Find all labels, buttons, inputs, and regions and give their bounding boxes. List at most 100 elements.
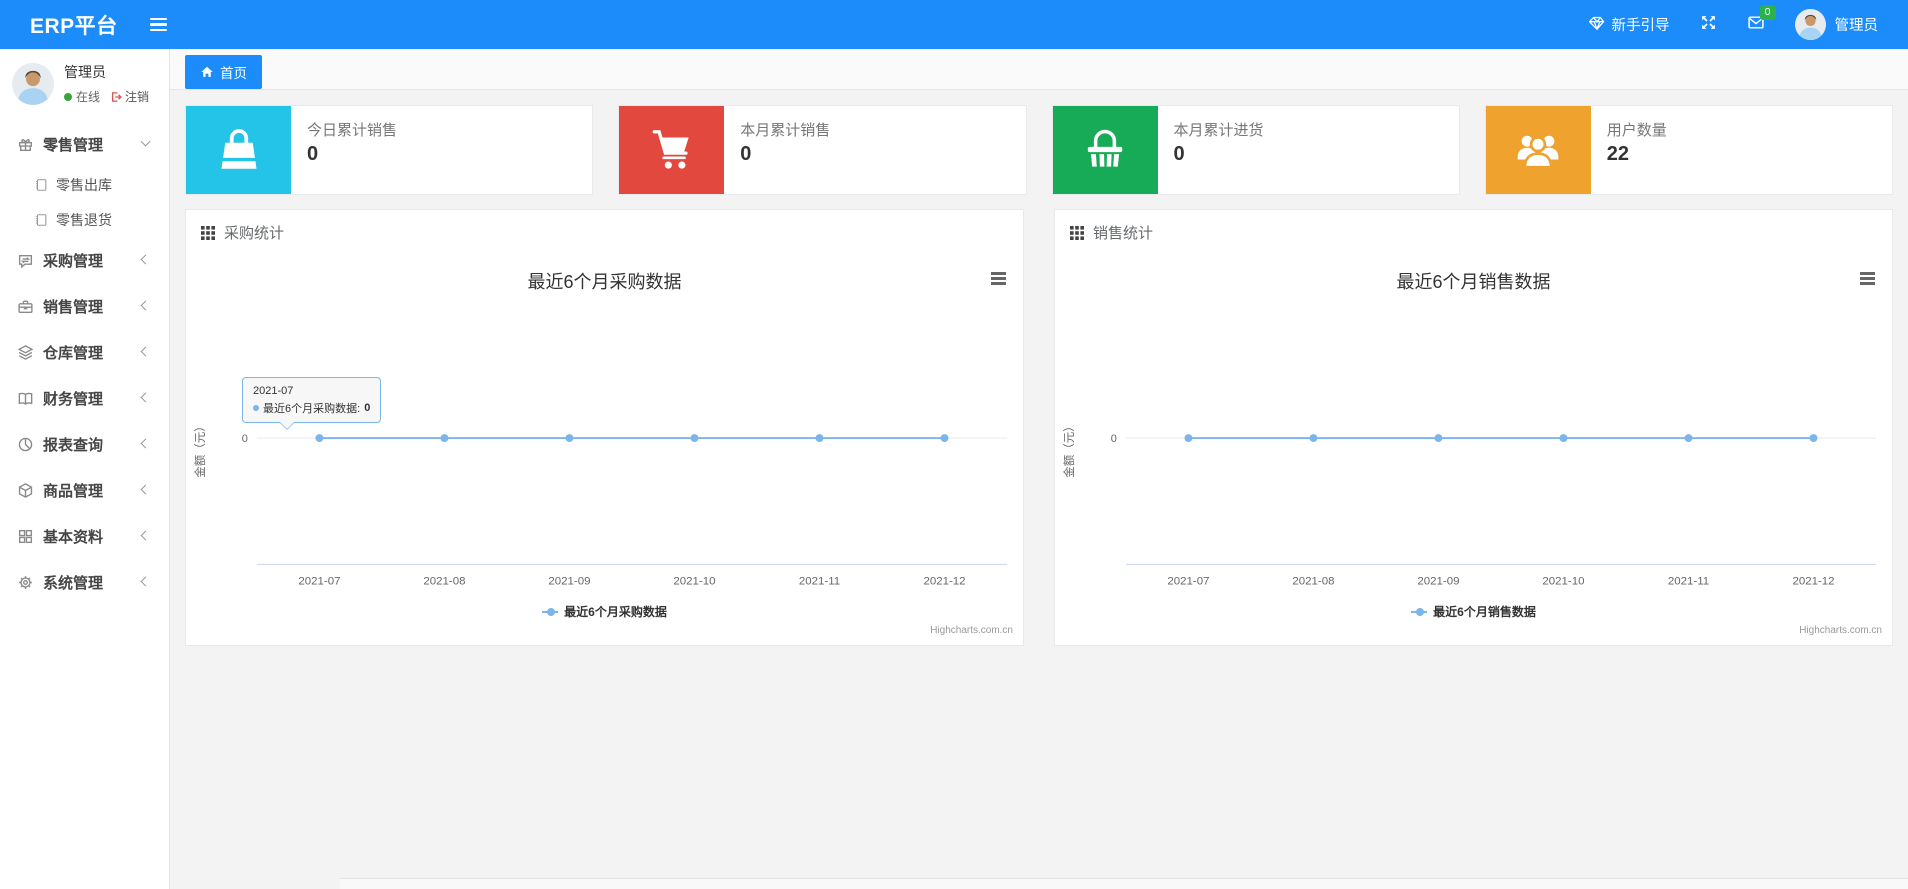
stat-card-today-sales: 今日累计销售 0 <box>185 105 594 195</box>
sales-stats-panel: 销售统计 0 2021-07 2021-08 2021-09 2021-10 2021-1… <box>1054 209 1893 646</box>
tab-home-label: 首页 <box>220 66 247 81</box>
journal-icon <box>34 178 48 192</box>
panel-title: 采购统计 <box>224 225 285 242</box>
sidebar-item-system[interactable]: 系统管理 <box>0 559 169 605</box>
line-marker-icon <box>542 607 559 617</box>
sidebar-menu: 零售管理 零售出库 零售退货 采购管理 销售管理 仓库管理 财务管理 报表查询 … <box>0 121 169 605</box>
sidebar-item-purchase[interactable]: 采购管理 <box>0 237 169 283</box>
sidebar-item-label: 零售管理 <box>43 136 104 154</box>
legend-item[interactable]: 最近6个月销售数据 <box>1411 603 1536 620</box>
top-navbar: ERP平台 新手引导 0 管理员 <box>0 0 1908 49</box>
svg-text:2021-07: 2021-07 <box>1167 575 1209 587</box>
sidebar-item-retail[interactable]: 零售管理 <box>0 121 169 167</box>
stat-value: 0 <box>740 143 752 165</box>
chevron-down-icon <box>140 136 151 147</box>
gear-icon <box>17 574 34 591</box>
svg-text:2021-12: 2021-12 <box>923 575 965 587</box>
stat-label: 本月累计销售 <box>740 122 831 139</box>
svg-text:2021-08: 2021-08 <box>1292 575 1334 587</box>
layers-icon <box>17 344 34 361</box>
stat-label: 今日累计销售 <box>307 122 398 139</box>
stat-label: 用户数量 <box>1606 122 1667 139</box>
panel-title: 销售统计 <box>1093 225 1154 242</box>
box-icon <box>17 482 34 499</box>
purchase-chart-plot[interactable]: 0 2021-07 2021-08 2021-09 2021-10 2021-11 2021… <box>186 255 1023 645</box>
chevron-left-icon <box>140 484 151 495</box>
th-grid-icon <box>201 225 215 240</box>
user-menu[interactable]: 管理员 <box>1794 9 1879 40</box>
charts-row: 采购统计 0 2021-07 2021-08 2021-09 2021-10 2021-1… <box>185 209 1893 646</box>
footer-strip <box>340 878 1908 889</box>
sales-chart-plot[interactable]: 0 2021-07 2021-08 2021-09 2021-10 2021-11 2021… <box>1055 255 1892 645</box>
basket-icon <box>1052 106 1158 194</box>
message-count-badge: 0 <box>1759 4 1776 20</box>
sidebar-item-basic-data[interactable]: 基本资料 <box>0 513 169 559</box>
sidebar-username: 管理员 <box>64 64 106 80</box>
retail-submenu: 零售出库 零售退货 <box>0 167 169 237</box>
stat-label: 本月累计进货 <box>1173 122 1264 139</box>
sidebar-item-retail-outbound[interactable]: 零售出库 <box>0 167 169 202</box>
app-brand: ERP平台 <box>30 14 118 38</box>
book-open-icon <box>17 390 34 407</box>
bag-icon <box>186 106 291 194</box>
chevron-left-icon <box>140 346 151 357</box>
svg-text:2021-12: 2021-12 <box>1792 575 1834 587</box>
svg-text:0: 0 <box>1111 433 1117 445</box>
panel-header: 采购统计 <box>186 210 1023 255</box>
sidebar-item-reports[interactable]: 报表查询 <box>0 421 169 467</box>
svg-text:2021-07: 2021-07 <box>298 575 340 587</box>
journal-icon <box>34 213 48 227</box>
svg-text:2021-08: 2021-08 <box>423 575 465 587</box>
svg-text:0: 0 <box>242 433 248 445</box>
sidebar: 管理员 在线 注销 零售管理 零售出库 零售退货 采购管理 销售管理 仓库管理 … <box>0 49 170 889</box>
logout-link[interactable]: 注销 <box>110 88 149 105</box>
main-content: 首页 今日累计销售 0 本月累计销售 0 本月累计进货 0 用户数量 22 采购… <box>170 49 1908 889</box>
sidebar-user-block: 管理员 在线 注销 <box>0 49 169 117</box>
chevron-left-icon <box>140 300 151 311</box>
sidebar-item-warehouse[interactable]: 仓库管理 <box>0 329 169 375</box>
sidebar-item-retail-return[interactable]: 零售退货 <box>0 202 169 237</box>
stat-card-user-count: 用户数量 22 <box>1484 105 1893 195</box>
messages-button[interactable]: 0 <box>1747 4 1776 36</box>
svg-text:2021-11: 2021-11 <box>1668 575 1709 587</box>
newbie-guide-button[interactable]: 新手引导 <box>1588 14 1670 35</box>
online-dot-icon <box>64 92 72 101</box>
purchase-stats-panel: 采购统计 0 2021-07 2021-08 2021-09 2021-10 2021-1… <box>185 209 1024 646</box>
username-label: 管理员 <box>1834 18 1879 34</box>
gift-icon <box>17 136 34 153</box>
sidebar-toggle-button[interactable] <box>149 17 167 32</box>
highcharts-credit[interactable]: Highcharts.com.cn <box>1799 625 1882 636</box>
grid-icon <box>17 528 34 545</box>
sidebar-item-sales[interactable]: 销售管理 <box>0 283 169 329</box>
sidebar-item-products[interactable]: 商品管理 <box>0 467 169 513</box>
stat-value: 0 <box>1173 143 1185 165</box>
purchase-chart: 0 2021-07 2021-08 2021-09 2021-10 2021-11 2021… <box>186 255 1023 645</box>
chart-legend: 最近6个月销售数据 <box>1055 603 1892 620</box>
legend-item[interactable]: 最近6个月采购数据 <box>542 603 667 620</box>
pie-chart-icon <box>17 436 34 453</box>
sales-chart: 0 2021-07 2021-08 2021-09 2021-10 2021-11 2021… <box>1055 255 1892 645</box>
line-marker-icon <box>1411 607 1428 617</box>
chart-legend: 最近6个月采购数据 <box>186 603 1023 620</box>
fullscreen-button[interactable] <box>1700 14 1717 36</box>
avatar[interactable] <box>12 62 54 105</box>
tab-home[interactable]: 首页 <box>185 55 262 89</box>
chart-context-menu-button[interactable] <box>1857 269 1878 288</box>
envelope-icon <box>1747 15 1765 35</box>
briefcase-icon <box>17 298 34 315</box>
svg-text:2021-09: 2021-09 <box>548 575 590 587</box>
cart-icon <box>619 106 725 194</box>
stat-value: 22 <box>1606 143 1629 165</box>
chevron-left-icon <box>140 254 151 265</box>
stat-card-month-purchase: 本月累计进货 0 <box>1051 105 1460 195</box>
svg-text:2021-11: 2021-11 <box>799 575 840 587</box>
stat-cards-row: 今日累计销售 0 本月累计销售 0 本月累计进货 0 用户数量 22 <box>185 105 1893 195</box>
chevron-left-icon <box>140 530 151 541</box>
panel-header: 销售统计 <box>1055 210 1892 255</box>
highcharts-credit[interactable]: Highcharts.com.cn <box>930 625 1013 636</box>
tab-bar: 首页 <box>170 49 1908 90</box>
online-status-label: 在线 <box>76 90 101 104</box>
sidebar-item-finance[interactable]: 财务管理 <box>0 375 169 421</box>
svg-text:2021-10: 2021-10 <box>1542 575 1584 587</box>
chart-context-menu-button[interactable] <box>988 269 1009 288</box>
